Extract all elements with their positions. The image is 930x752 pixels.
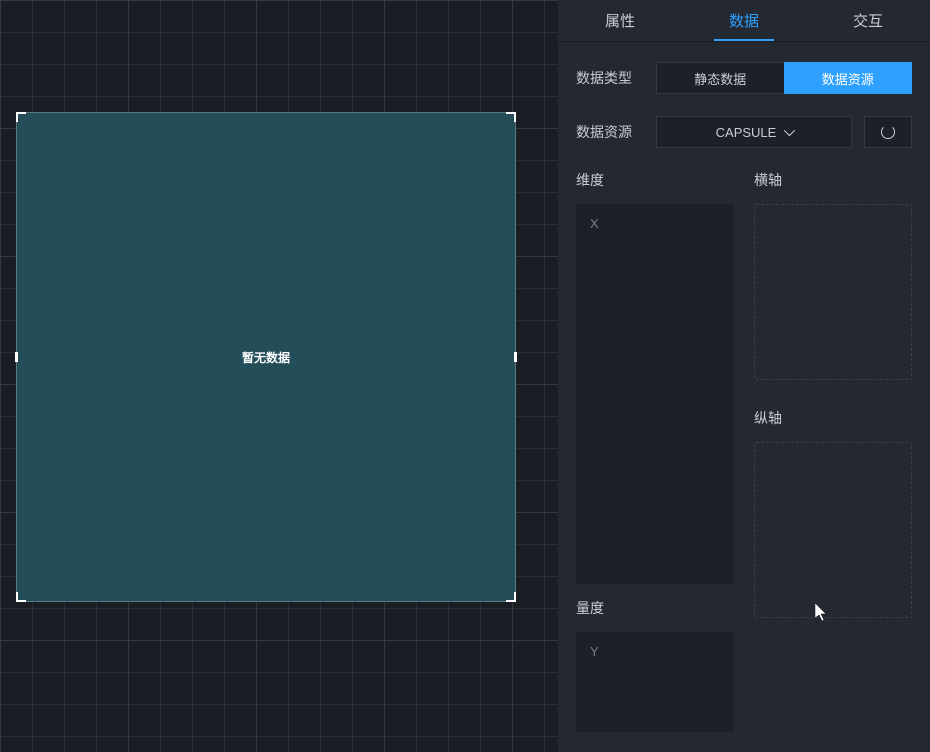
tab-data[interactable]: 数据 <box>682 0 806 41</box>
canvas-placeholder-text: 暂无数据 <box>242 349 290 366</box>
col-right: 横轴 纵轴 <box>754 170 912 732</box>
data-source-select[interactable]: CAPSULE <box>656 116 852 148</box>
canvas-area[interactable]: 暂无数据 <box>0 0 558 752</box>
data-source-button[interactable]: 数据资源 <box>784 62 913 94</box>
data-source-label: 数据资源 <box>576 122 656 142</box>
vaxis-dropzone[interactable] <box>754 442 912 618</box>
measure-field-y: Y <box>590 644 599 659</box>
tab-attributes[interactable]: 属性 <box>558 0 682 41</box>
refresh-button[interactable] <box>864 116 912 148</box>
panel-tabs: 属性 数据 交互 <box>558 0 930 42</box>
static-data-button[interactable]: 静态数据 <box>656 62 784 94</box>
vaxis-title: 纵轴 <box>754 408 912 428</box>
dimension-title: 维度 <box>576 170 734 190</box>
haxis-dropzone[interactable] <box>754 204 912 380</box>
resize-handle-mid-left[interactable] <box>15 352 18 362</box>
panel-body: 数据类型 静态数据 数据资源 数据资源 CAPSULE 维度 X <box>558 42 930 752</box>
measure-title: 量度 <box>576 598 734 618</box>
refresh-icon <box>881 125 895 139</box>
haxis-title: 横轴 <box>754 170 912 190</box>
dimension-field-x: X <box>590 216 599 231</box>
mapping-columns: 维度 X 量度 Y 横轴 纵轴 <box>576 170 912 732</box>
dimension-box[interactable]: X <box>576 204 734 584</box>
properties-panel: 属性 数据 交互 数据类型 静态数据 数据资源 数据资源 CAPSULE 维度 <box>558 0 930 752</box>
data-type-label: 数据类型 <box>576 68 656 88</box>
data-source-row: 数据资源 CAPSULE <box>576 116 912 148</box>
canvas-selected-element[interactable]: 暂无数据 <box>16 112 516 602</box>
resize-handle-top-left[interactable] <box>16 112 26 122</box>
tab-interaction[interactable]: 交互 <box>806 0 930 41</box>
resize-handle-bottom-right[interactable] <box>506 592 516 602</box>
col-left: 维度 X 量度 Y <box>576 170 734 732</box>
resize-handle-bottom-left[interactable] <box>16 592 26 602</box>
data-type-toggle: 静态数据 数据资源 <box>656 62 912 94</box>
chevron-down-icon <box>784 125 795 136</box>
data-type-row: 数据类型 静态数据 数据资源 <box>576 62 912 94</box>
measure-box[interactable]: Y <box>576 632 734 732</box>
data-source-selected: CAPSULE <box>716 125 777 140</box>
resize-handle-mid-right[interactable] <box>514 352 517 362</box>
resize-handle-top-right[interactable] <box>506 112 516 122</box>
